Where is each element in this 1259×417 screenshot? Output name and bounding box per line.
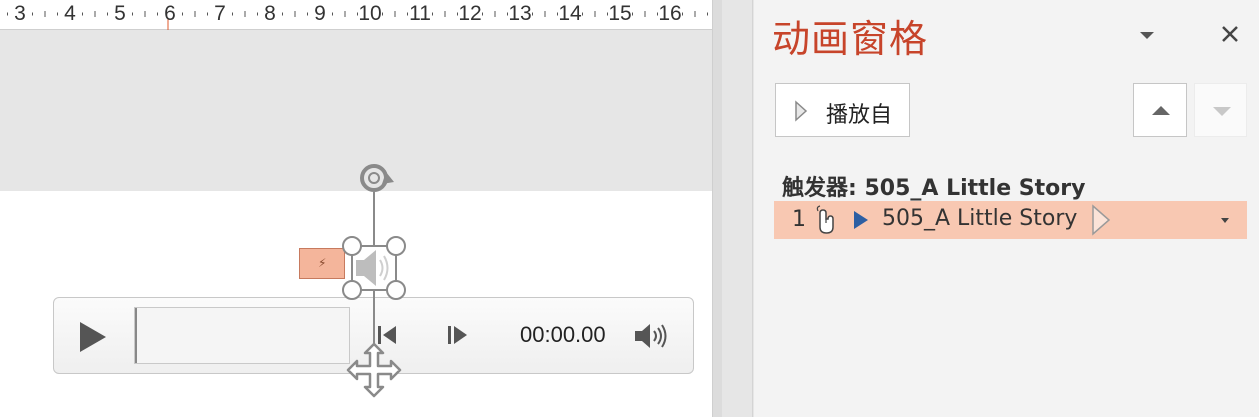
move-later-button[interactable] — [1194, 83, 1247, 137]
move-earlier-button[interactable] — [1133, 83, 1187, 137]
powerpoint-window: 3 4 5 6 7 8 9 10 11 12 13 14 15 16 00:00.00 — [0, 0, 1259, 417]
play-from-button[interactable]: 播放自 — [775, 83, 910, 137]
animation-list-item[interactable]: 1 505_A Little Story — [774, 201, 1247, 239]
pane-splitter[interactable] — [712, 0, 722, 417]
timeline-marker-icon[interactable] — [1091, 204, 1111, 236]
resize-handle-top-left[interactable] — [342, 236, 362, 256]
chevron-down-icon[interactable] — [1220, 215, 1230, 225]
ruler-number: 4 — [64, 2, 76, 25]
animation-pane: 动画窗格 播放自 触发器: 505_A Little Story 1 505_A… — [754, 0, 1259, 417]
ruler-number: 15 — [608, 2, 632, 25]
resize-handle-bottom-right[interactable] — [386, 280, 406, 300]
time-display: 00:00.00 — [520, 322, 606, 347]
arrow-up-icon — [1152, 106, 1170, 115]
step-forward-icon[interactable] — [446, 324, 468, 346]
ruler-number: 5 — [114, 2, 126, 25]
mouse-click-icon — [816, 205, 834, 234]
slide-editing-area[interactable]: 3 4 5 6 7 8 9 10 11 12 13 14 15 16 00:00.00 — [0, 0, 722, 417]
ruler-number: 12 — [458, 2, 482, 25]
play-icon[interactable] — [78, 320, 108, 354]
ruler-number: 13 — [508, 2, 532, 25]
pane-gutter — [722, 0, 753, 417]
audio-object-selection[interactable] — [290, 150, 420, 402]
ruler-ticks — [7, 11, 708, 30]
volume-icon[interactable] — [634, 322, 668, 350]
rotate-handle-icon[interactable] — [360, 164, 394, 192]
ruler-number: 14 — [558, 2, 582, 25]
animation-index: 1 — [792, 207, 806, 232]
resize-handle-bottom-left[interactable] — [342, 280, 362, 300]
play-outline-icon — [795, 100, 808, 122]
play-from-label: 播放自 — [826, 103, 893, 128]
horizontal-ruler[interactable]: 3 4 5 6 7 8 9 10 11 12 13 14 15 16 — [0, 0, 712, 30]
ruler-number: 6 — [164, 2, 176, 25]
ruler-number: 3 — [14, 2, 26, 25]
pane-title: 动画窗格 — [772, 17, 929, 61]
ruler-number: 10 — [358, 2, 382, 25]
ruler-number: 16 — [658, 2, 682, 25]
ruler-number: 8 — [264, 2, 276, 25]
animation-name: 505_A Little Story — [882, 206, 1078, 231]
arrow-down-icon — [1213, 107, 1231, 116]
ruler-number: 9 — [314, 2, 326, 25]
pane-options-chevron-down-icon[interactable] — [1138, 26, 1156, 44]
move-handle-icon[interactable] — [346, 342, 402, 398]
ruler-number: 11 — [409, 2, 431, 25]
resize-handle-top-right[interactable] — [386, 236, 406, 256]
ruler-number: 7 — [214, 2, 226, 25]
trigger-header: 触发器: 505_A Little Story — [782, 176, 1086, 201]
media-play-icon — [854, 211, 868, 229]
close-icon[interactable] — [1220, 24, 1240, 44]
